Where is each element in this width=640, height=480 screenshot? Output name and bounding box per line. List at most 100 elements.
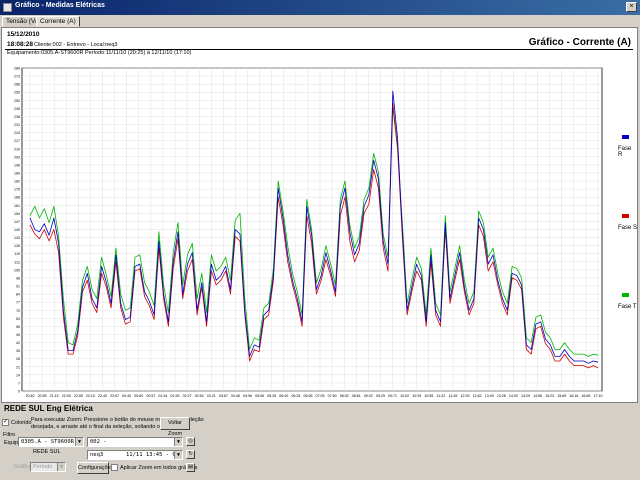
tab-corrente[interactable]: Corrente (A) xyxy=(36,16,80,27)
x-tick-label: 12:62 xyxy=(473,394,482,398)
y-tick-label: 133 xyxy=(14,236,20,240)
periodo-select-value: Período xyxy=(33,464,53,470)
x-tick-label: 12:25 xyxy=(461,394,470,398)
x-tick-label: 00:60 xyxy=(134,394,143,398)
y-tick-label: 70 xyxy=(16,309,20,313)
x-tick-label: 09:25 xyxy=(376,394,385,398)
chevron-down-icon[interactable]: ▼ xyxy=(57,463,65,471)
search-icon[interactable]: ◎ xyxy=(186,437,195,446)
periodo-select[interactable]: Período ▼ xyxy=(30,462,66,472)
x-tick-label: 05:26 xyxy=(267,394,276,398)
voltar-zoom-button[interactable]: Voltar Zoom xyxy=(160,417,190,437)
y-tick-label: 63 xyxy=(16,317,20,321)
client-select-value: 002 - xyxy=(90,439,107,445)
x-tick-label: 15:69 xyxy=(557,394,566,398)
current-line-chart[interactable]: 0 7 14 21 28 35 42 49 56 63 70 77 84 91 98 105 112 119 126… xyxy=(2,28,637,402)
x-tick-label: 22:10 xyxy=(86,394,95,398)
y-tick-label: 252 xyxy=(14,99,20,103)
zoom-hint-line2: desejada, e arraste até o final da seleç… xyxy=(31,424,180,430)
x-tick-label: 16:65 xyxy=(581,394,590,398)
local-value: neq3 xyxy=(90,452,104,458)
y-tick-label: 0 xyxy=(18,390,20,394)
x-tick-label: 13:09 xyxy=(485,394,494,398)
x-tick-label: 22:00 xyxy=(62,394,71,398)
aplicar-zoom-checkbox[interactable] xyxy=(111,464,118,471)
x-tick-label: 14:02 xyxy=(509,394,518,398)
x-tick-label: 01:34 xyxy=(158,394,167,398)
local-period-select[interactable]: neq3 11/11 13:45 - 07:13 ▼ xyxy=(87,450,183,460)
x-tick-label: 06:26 xyxy=(291,394,300,398)
y-tick-label: 266 xyxy=(14,83,20,87)
y-tick-label: 182 xyxy=(14,180,20,184)
refresh-icon[interactable]: ↻ xyxy=(186,450,195,459)
y-tick-label: 273 xyxy=(14,75,20,79)
y-tick-label: 189 xyxy=(14,171,20,175)
x-tick-label: 08:61 xyxy=(352,394,361,398)
x-tick-label: 00:40 xyxy=(122,394,131,398)
x-tick-label: 04:46 xyxy=(231,394,240,398)
x-tick-label: 02:27 xyxy=(183,394,192,398)
x-tick-label: 11:45 xyxy=(449,394,458,398)
y-tick-label: 245 xyxy=(14,107,20,111)
close-icon[interactable]: × xyxy=(626,2,637,12)
x-tick-label: 13:26 xyxy=(497,394,506,398)
equip-select[interactable]: 0305.A - ST9600R ▼ xyxy=(18,437,84,447)
x-tick-label: 03:21 xyxy=(207,394,216,398)
window-title: Gráfico - Medidas Elétricas xyxy=(15,2,105,9)
y-tick-label: 42 xyxy=(16,341,20,345)
x-tick-label: 20:55 xyxy=(38,394,47,398)
chevron-down-icon[interactable]: ▼ xyxy=(174,451,182,459)
legend-label-fase-t: Fase T xyxy=(618,304,637,310)
print-icon[interactable]: ▤ xyxy=(186,463,195,472)
y-tick-label: 168 xyxy=(14,196,20,200)
chevron-down-icon[interactable]: ▼ xyxy=(75,438,83,446)
chevron-down-icon[interactable]: ▼ xyxy=(174,438,182,446)
y-tick-label: 154 xyxy=(14,212,20,216)
x-tick-label: 01:59 xyxy=(171,394,180,398)
y-tick-label: 224 xyxy=(14,131,20,135)
x-tick-label: 21:15 xyxy=(50,394,59,398)
x-tick-label: 10:55 xyxy=(424,394,433,398)
app-icon xyxy=(3,3,12,12)
y-tick-label: 28 xyxy=(16,357,20,361)
legend-swatch-fase-r xyxy=(622,135,629,139)
colorido-label: Colorido xyxy=(11,420,32,426)
y-tick-label: 119 xyxy=(14,252,20,256)
x-tick-label: 22:40 xyxy=(98,394,107,398)
y-tick-label: 231 xyxy=(14,123,20,127)
colorido-checkbox[interactable]: ✓ xyxy=(2,419,9,426)
x-tick-label: 03:67 xyxy=(219,394,228,398)
x-tick-label: 15:23 xyxy=(545,394,554,398)
y-tick-label: 280 xyxy=(14,67,20,71)
y-tick-label: 140 xyxy=(14,228,20,232)
x-tick-label: 06:55 xyxy=(303,394,312,398)
x-tick-label: 10:29 xyxy=(412,394,421,398)
y-tick-label: 77 xyxy=(16,301,20,305)
y-tick-label: 217 xyxy=(14,139,20,143)
x-tick-label: 14:29 xyxy=(521,394,530,398)
y-tick-label: 126 xyxy=(14,244,20,248)
legend-label-fase-r: Fase R xyxy=(618,146,632,158)
x-tick-label: 17:10 xyxy=(594,394,603,398)
y-tick-label: 14 xyxy=(16,373,20,377)
y-tick-label: 210 xyxy=(14,147,20,151)
x-tick-label: 06:00 xyxy=(279,394,288,398)
legend-swatch-fase-s xyxy=(622,214,629,218)
y-tick-label: 7 xyxy=(18,381,20,385)
equip-sub-label: REDE SUL xyxy=(33,449,61,455)
equip-select-value: 0305.A - ST9600R xyxy=(21,439,74,445)
y-tick-label: 238 xyxy=(14,115,20,119)
x-tick-label: 14:56 xyxy=(533,394,542,398)
y-tick-label: 203 xyxy=(14,155,20,159)
y-tick-label: 161 xyxy=(14,204,20,208)
y-tick-label: 175 xyxy=(14,188,20,192)
client-select[interactable]: 002 - ▼ xyxy=(87,437,183,447)
y-tick-label: 21 xyxy=(16,365,20,369)
window-title-bar: Gráfico - Medidas Elétricas × xyxy=(0,0,640,15)
configuracoes-button[interactable]: Configurações xyxy=(77,462,113,474)
x-tick-label: 08:02 xyxy=(340,394,349,398)
tab-strip: Tensão (Vac) Corrente (A) xyxy=(0,15,640,27)
x-tick-label: 20:40 xyxy=(26,394,35,398)
x-tick-label: 07:05 xyxy=(316,394,325,398)
y-tick-label: 147 xyxy=(14,220,20,224)
